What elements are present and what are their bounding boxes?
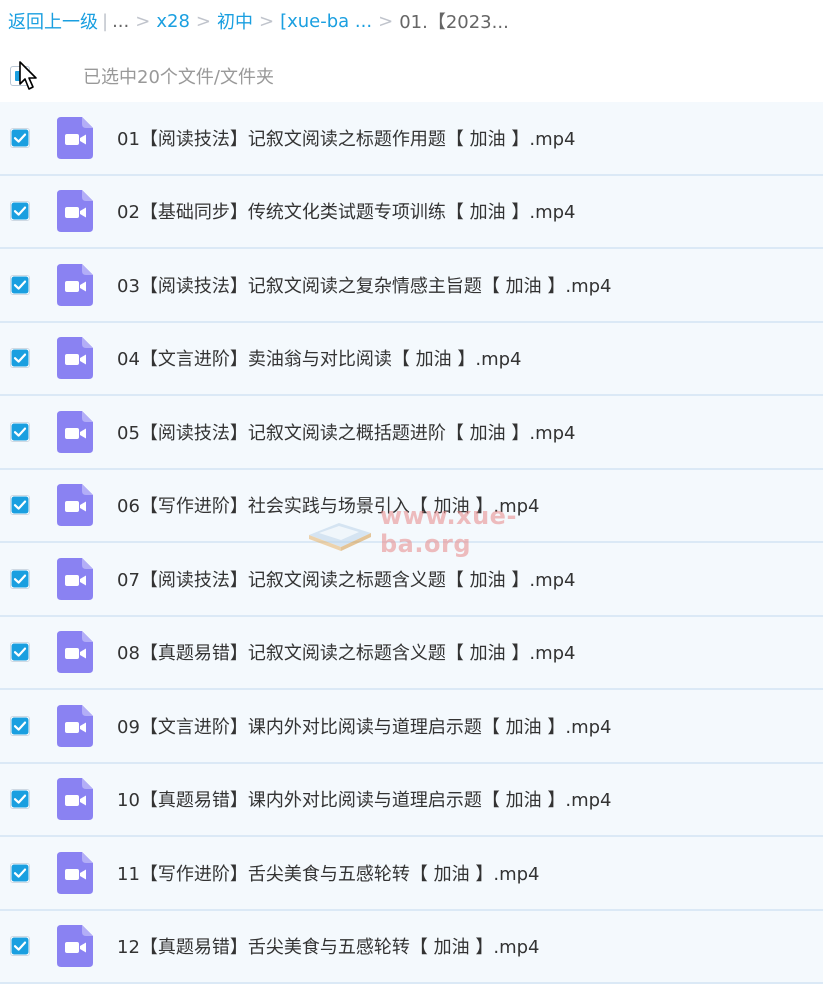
video-file-icon <box>57 925 93 968</box>
file-name[interactable]: 07【阅读技法】记叙文阅读之标题含义题【 加油 】.mp4 <box>117 566 575 592</box>
file-row[interactable]: 08【真题易错】记叙文阅读之标题含义题【 加油 】.mp4 <box>0 616 823 690</box>
mouse-cursor-icon <box>19 61 37 90</box>
file-checkbox[interactable] <box>10 862 30 883</box>
video-file-icon <box>57 851 93 894</box>
file-name[interactable]: 11【写作进阶】舌尖美食与五感轮转【 加油 】.mp4 <box>117 860 539 886</box>
checkmark-icon <box>11 864 29 882</box>
back-link[interactable]: 返回上一级 <box>8 8 98 34</box>
breadcrumb-divider: | <box>102 10 109 32</box>
breadcrumb: 返回上一级 | ... > x28 > 初中 > [xue-ba ... > 0… <box>0 0 823 42</box>
checkmark-icon <box>11 937 29 955</box>
file-name[interactable]: 05【阅读技法】记叙文阅读之概括题进阶【 加油 】.mp4 <box>117 419 575 445</box>
video-file-icon <box>57 484 93 527</box>
file-row[interactable]: 01【阅读技法】记叙文阅读之标题作用题【 加油 】.mp4 <box>0 102 823 176</box>
checkmark-icon <box>11 643 29 661</box>
video-file-icon <box>57 778 93 821</box>
checkmark-icon <box>11 423 29 441</box>
file-name[interactable]: 08【真题易错】记叙文阅读之标题含义题【 加油 】.mp4 <box>117 639 575 665</box>
video-file-icon <box>57 557 93 600</box>
checkmark-icon <box>11 129 29 147</box>
breadcrumb-ellipsis[interactable]: ... <box>112 11 129 32</box>
breadcrumb-separator: > <box>195 10 211 32</box>
file-row[interactable]: 07【阅读技法】记叙文阅读之标题含义题【 加油 】.mp4 <box>0 543 823 617</box>
breadcrumb-separator: > <box>135 10 151 32</box>
file-checkbox[interactable] <box>10 127 30 148</box>
video-file-icon <box>57 704 93 747</box>
breadcrumb-separator: > <box>259 10 275 32</box>
file-row[interactable]: 11【写作进阶】舌尖美食与五感轮转【 加油 】.mp4 <box>0 837 823 911</box>
selection-bar: 已选中20个文件/文件夹 <box>0 56 823 96</box>
file-name[interactable]: 12【真题易错】舌尖美食与五感轮转【 加油 】.mp4 <box>117 933 539 959</box>
breadcrumb-separator: > <box>378 10 394 32</box>
file-checkbox[interactable] <box>10 936 30 957</box>
file-name[interactable]: 04【文言进阶】卖油翁与对比阅读【 加油 】.mp4 <box>117 345 521 371</box>
file-checkbox[interactable] <box>10 495 30 516</box>
file-row[interactable]: 05【阅读技法】记叙文阅读之概括题进阶【 加油 】.mp4 <box>0 396 823 470</box>
selection-count: 已选中20个文件/文件夹 <box>83 67 274 88</box>
file-name[interactable]: 10【真题易错】课内外对比阅读与道理启示题【 加油 】.mp4 <box>117 786 611 812</box>
file-checkbox[interactable] <box>10 642 30 663</box>
file-row[interactable]: 09【文言进阶】课内外对比阅读与道理启示题【 加油 】.mp4 <box>0 690 823 764</box>
breadcrumb-item-xue-ba[interactable]: [xue-ba ... <box>280 11 372 32</box>
file-checkbox[interactable] <box>10 348 30 369</box>
file-name[interactable]: 02【基础同步】传统文化类试题专项训练【 加油 】.mp4 <box>117 198 575 224</box>
file-row[interactable]: 12【真题易错】舌尖美食与五感轮转【 加油 】.mp4 <box>0 910 823 984</box>
checkmark-icon <box>11 717 29 735</box>
checkmark-icon <box>11 202 29 220</box>
file-checkbox[interactable] <box>10 715 30 736</box>
checkmark-icon <box>11 276 29 294</box>
file-row[interactable]: 04【文言进阶】卖油翁与对比阅读【 加油 】.mp4 <box>0 322 823 396</box>
file-row[interactable]: 03【阅读技法】记叙文阅读之复杂情感主旨题【 加油 】.mp4 <box>0 249 823 323</box>
video-file-icon <box>57 410 93 453</box>
file-checkbox[interactable] <box>10 274 30 295</box>
checkmark-icon <box>11 570 29 588</box>
breadcrumb-current: 01.【2023... <box>399 12 509 33</box>
file-name[interactable]: 09【文言进阶】课内外对比阅读与道理启示题【 加油 】.mp4 <box>117 713 611 739</box>
breadcrumb-item-junior-high[interactable]: 初中 <box>217 8 253 34</box>
checkmark-icon <box>11 790 29 808</box>
file-name[interactable]: 03【阅读技法】记叙文阅读之复杂情感主旨题【 加油 】.mp4 <box>117 272 611 298</box>
file-checkbox[interactable] <box>10 568 30 589</box>
checkmark-icon <box>11 496 29 514</box>
file-row[interactable]: 02【基础同步】传统文化类试题专项训练【 加油 】.mp4 <box>0 175 823 249</box>
file-name[interactable]: 06【写作进阶】社会实践与场景引入【 加油 】.mp4 <box>117 492 539 518</box>
file-list: 01【阅读技法】记叙文阅读之标题作用题【 加油 】.mp4 02【基础同步】传统文… <box>0 102 823 984</box>
file-checkbox[interactable] <box>10 789 30 810</box>
video-file-icon <box>57 116 93 159</box>
video-file-icon <box>57 631 93 674</box>
file-row[interactable]: 06【写作进阶】社会实践与场景引入【 加油 】.mp4 <box>0 469 823 543</box>
video-file-icon <box>57 337 93 380</box>
video-file-icon <box>57 263 93 306</box>
file-checkbox[interactable] <box>10 201 30 222</box>
file-row[interactable]: 10【真题易错】课内外对比阅读与道理启示题【 加油 】.mp4 <box>0 763 823 837</box>
file-checkbox[interactable] <box>10 421 30 442</box>
checkmark-icon <box>11 349 29 367</box>
file-name[interactable]: 01【阅读技法】记叙文阅读之标题作用题【 加油 】.mp4 <box>117 125 575 151</box>
video-file-icon <box>57 190 93 233</box>
breadcrumb-item-x28[interactable]: x28 <box>156 11 190 32</box>
